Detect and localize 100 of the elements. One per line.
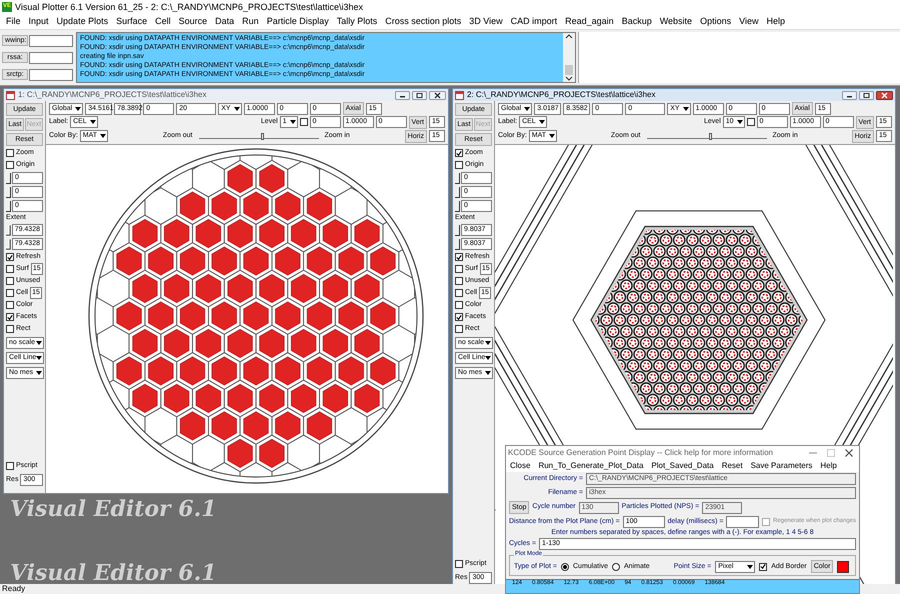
menu-item[interactable]: File <box>2 16 25 27</box>
caret-icon <box>36 356 42 360</box>
checkbox[interactable] <box>455 161 463 169</box>
input-field[interactable] <box>726 516 759 528</box>
menu-item[interactable]: Reset <box>718 460 747 470</box>
slider-handle-icon[interactable] <box>455 224 460 236</box>
menu-item[interactable]: Save Parameters <box>746 460 816 470</box>
background-text: Visual Editor 6.1 <box>10 496 217 522</box>
restore-icon[interactable] <box>859 90 874 100</box>
slider-handle-icon[interactable] <box>455 172 460 184</box>
close-icon[interactable] <box>429 90 446 100</box>
checkbox[interactable] <box>455 325 463 334</box>
checkbox[interactable] <box>455 313 463 322</box>
menu-item[interactable]: CAD import <box>506 16 562 27</box>
caret-icon <box>485 356 491 360</box>
caret-icon <box>485 371 491 376</box>
checkbox[interactable] <box>759 562 768 571</box>
checkbox[interactable] <box>455 277 463 286</box>
checkbox[interactable] <box>6 325 14 334</box>
menu-item[interactable]: Cross section plots <box>381 16 466 27</box>
menu-item[interactable]: Input <box>24 16 53 27</box>
menu-item[interactable]: Run_To_Generate_Plot_Data <box>534 460 648 470</box>
checkbox[interactable] <box>300 118 308 126</box>
checkbox[interactable] <box>746 118 755 126</box>
restore-icon[interactable] <box>412 90 427 100</box>
caret-icon <box>75 106 82 111</box>
slider-handle-icon[interactable] <box>6 224 11 236</box>
slider-handle-icon[interactable] <box>455 238 460 250</box>
checkbox[interactable] <box>6 313 14 322</box>
caret-icon <box>682 106 689 111</box>
checkbox[interactable] <box>6 149 14 157</box>
slider-handle-icon[interactable] <box>6 186 11 198</box>
menu-item[interactable]: Update Plots <box>52 16 112 27</box>
caret-icon <box>234 106 240 111</box>
slider-thumb[interactable] <box>260 132 264 140</box>
menu-item[interactable]: Help <box>762 16 789 27</box>
slider-handle-icon[interactable] <box>455 186 460 198</box>
checkbox[interactable] <box>455 149 463 157</box>
checkbox[interactable] <box>6 289 14 298</box>
menu-item[interactable]: View <box>735 16 762 27</box>
minimize-icon[interactable] <box>842 90 857 100</box>
menu-item[interactable]: Plot_Saved_Data <box>647 460 718 470</box>
input-field[interactable] <box>29 68 73 80</box>
menu-item[interactable]: Options <box>696 16 736 27</box>
scrollbar[interactable] <box>563 33 575 82</box>
slider-handle-icon[interactable] <box>455 200 460 212</box>
caret-icon <box>747 564 754 569</box>
checkbox[interactable] <box>455 301 463 310</box>
menu-item[interactable]: Website <box>656 16 696 27</box>
radio-button[interactable] <box>561 562 569 571</box>
slider-handle-icon[interactable] <box>6 200 11 212</box>
menu-item[interactable]: Particle Display <box>262 16 333 27</box>
caret-icon <box>90 120 96 124</box>
checkbox[interactable] <box>6 301 14 310</box>
menu-item[interactable]: Backup <box>618 16 656 27</box>
window-title: Visual Plotter 6.1 Version 61_25 - 2: C:\_RANDY\MCNP6_PROJECTS\test\lattice\i3hex <box>15 2 363 12</box>
radio-button[interactable] <box>612 562 620 571</box>
zoom-slider[interactable] <box>198 130 318 139</box>
menu-item[interactable]: Data <box>211 16 238 27</box>
menu-item[interactable]: Cell <box>151 16 175 27</box>
checkbox[interactable] <box>6 265 14 274</box>
caret-icon <box>36 371 42 376</box>
caret-icon <box>538 120 545 124</box>
checkbox[interactable] <box>455 560 463 568</box>
background-text: Visual Editor 6.1 <box>10 560 217 586</box>
menu-item[interactable]: Help <box>816 460 841 470</box>
caret-icon <box>524 106 530 111</box>
menu-item[interactable]: Source <box>174 16 212 27</box>
checkbox[interactable] <box>455 253 463 262</box>
slider-thumb[interactable] <box>708 132 712 140</box>
caret-icon <box>100 134 106 138</box>
close-icon[interactable] <box>845 448 853 456</box>
input-field[interactable] <box>29 34 73 46</box>
checkbox[interactable] <box>6 161 14 169</box>
caret-icon <box>736 120 743 124</box>
caret-icon <box>549 134 556 138</box>
menu-item[interactable]: Read_again <box>561 16 618 27</box>
scroll-down-icon[interactable] <box>565 76 573 82</box>
caret-icon <box>485 341 491 346</box>
menu-item[interactable]: Surface <box>112 16 152 27</box>
scroll-up-icon[interactable] <box>565 33 573 39</box>
checkbox[interactable] <box>455 289 463 298</box>
slider-handle-icon[interactable] <box>6 172 11 184</box>
menu-item[interactable]: Tally Plots <box>332 16 382 27</box>
close-icon[interactable] <box>876 90 893 100</box>
checkbox[interactable] <box>6 462 14 470</box>
checkbox[interactable] <box>455 265 463 274</box>
minimize-icon[interactable] <box>395 90 410 100</box>
window-icon <box>6 90 15 100</box>
checkbox[interactable] <box>6 277 14 286</box>
slider-handle-icon[interactable] <box>6 238 11 250</box>
scrollbar-thumb[interactable] <box>565 64 573 74</box>
menu-item[interactable]: Close <box>506 460 534 470</box>
dialog-title: KCODE Source Generation Point Display -- Click help for more information <box>508 448 773 458</box>
caret-icon <box>36 341 42 346</box>
input-field[interactable] <box>29 52 73 64</box>
zoom-slider[interactable] <box>646 130 766 139</box>
menu-item[interactable]: Run <box>238 16 263 27</box>
menu-item[interactable]: 3D View <box>465 16 507 27</box>
checkbox[interactable] <box>6 253 14 262</box>
